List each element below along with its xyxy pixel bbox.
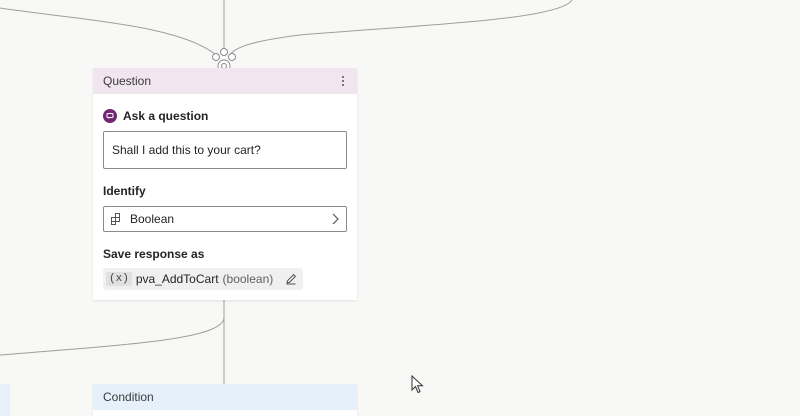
question-text-input[interactable] <box>103 131 347 169</box>
condition-node[interactable]: Condition <box>93 384 357 416</box>
chevron-right-icon <box>330 213 340 225</box>
pencil-icon[interactable] <box>285 273 297 285</box>
entity-icon <box>111 213 123 225</box>
condition-node-title: Condition <box>103 390 154 404</box>
question-node[interactable]: Question Ask a question Identify Boolean <box>93 68 357 300</box>
identify-value: Boolean <box>130 212 175 226</box>
identify-select[interactable]: Boolean <box>103 206 347 232</box>
question-node-title: Question <box>103 74 152 88</box>
variable-type: (boolean) <box>222 272 274 286</box>
variable-icon: (x) <box>106 272 132 286</box>
connector-left-branch <box>0 7 217 56</box>
question-node-header[interactable]: Question <box>93 68 357 94</box>
ask-question-row: Ask a question <box>103 106 347 126</box>
connector-right-branch <box>229 0 573 56</box>
connector-bottom-left-branch <box>0 317 225 356</box>
mouse-cursor-icon <box>411 375 424 394</box>
variable-chip[interactable]: (x) pva_AddToCart (boolean) <box>103 268 304 290</box>
chat-bubble-icon <box>103 109 117 123</box>
offscreen-node-edge[interactable] <box>0 384 10 416</box>
save-response-label: Save response as <box>103 247 205 261</box>
ask-question-label: Ask a question <box>123 109 209 123</box>
identify-label: Identify <box>103 184 146 198</box>
more-vertical-icon[interactable] <box>337 72 349 90</box>
authoring-canvas: Question Ask a question Identify Boolean <box>0 0 800 416</box>
variable-name: pva_AddToCart <box>135 272 219 286</box>
condition-node-header[interactable]: Condition <box>93 384 357 410</box>
